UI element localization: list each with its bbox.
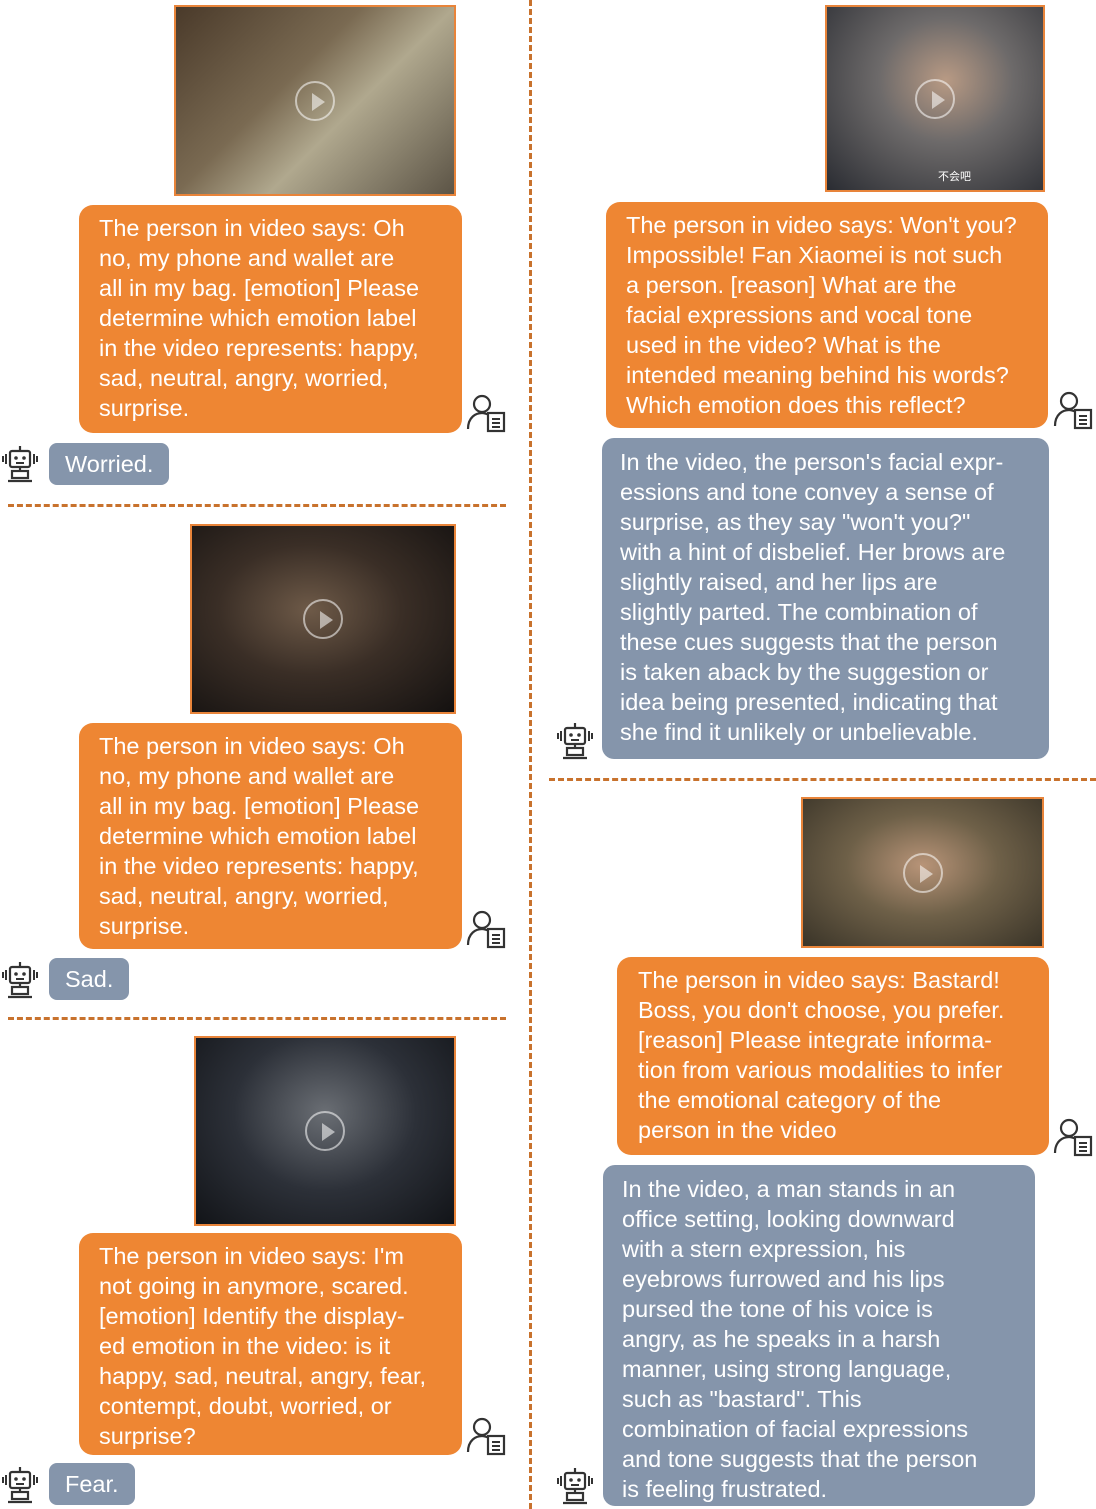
play-icon[interactable]: [295, 80, 335, 121]
video-thumbnail[interactable]: [801, 797, 1044, 948]
robot-icon: [0, 444, 40, 484]
video-subtitle: 不会吧: [938, 170, 971, 183]
play-icon[interactable]: [915, 78, 955, 119]
user-with-document-icon: [1053, 390, 1093, 430]
user-with-document-icon: [1053, 1117, 1093, 1157]
user-message-bubble: The person in video says: Won't you? Imp…: [606, 202, 1048, 428]
column-divider: [529, 0, 532, 1509]
row-divider: [8, 504, 506, 507]
video-thumbnail[interactable]: [174, 5, 456, 196]
user-message-bubble: The person in video says: Oh no, my phon…: [79, 205, 462, 433]
robot-icon: [0, 1465, 40, 1505]
video-thumbnail[interactable]: [190, 524, 456, 714]
model-answer-bubble: Sad.: [49, 958, 130, 1000]
model-answer-bubble: In the video, a man stands in an office …: [603, 1165, 1035, 1506]
model-answer-bubble: Worried.: [49, 443, 170, 485]
model-answer-bubble: In the video, the person's facial expr- …: [602, 438, 1049, 759]
user-message-bubble: The person in video says: Bastard! Boss,…: [617, 957, 1049, 1155]
play-icon[interactable]: [902, 852, 943, 893]
user-with-document-icon: [466, 1416, 506, 1456]
robot-icon: [555, 1466, 595, 1506]
user-message-bubble: The person in video says: Oh no, my phon…: [79, 723, 462, 949]
video-thumbnail[interactable]: 不会吧: [825, 5, 1045, 192]
robot-icon: [555, 721, 595, 761]
user-with-document-icon: [466, 909, 506, 949]
robot-icon: [0, 960, 40, 1000]
play-icon[interactable]: [305, 1111, 345, 1151]
video-thumbnail[interactable]: [194, 1036, 456, 1226]
row-divider: [549, 778, 1096, 781]
play-icon[interactable]: [303, 599, 343, 639]
row-divider: [8, 1017, 506, 1020]
user-with-document-icon: [466, 393, 506, 433]
model-answer-bubble: Fear.: [49, 1463, 135, 1505]
user-message-bubble: The person in video says: I'm not going …: [79, 1233, 462, 1455]
